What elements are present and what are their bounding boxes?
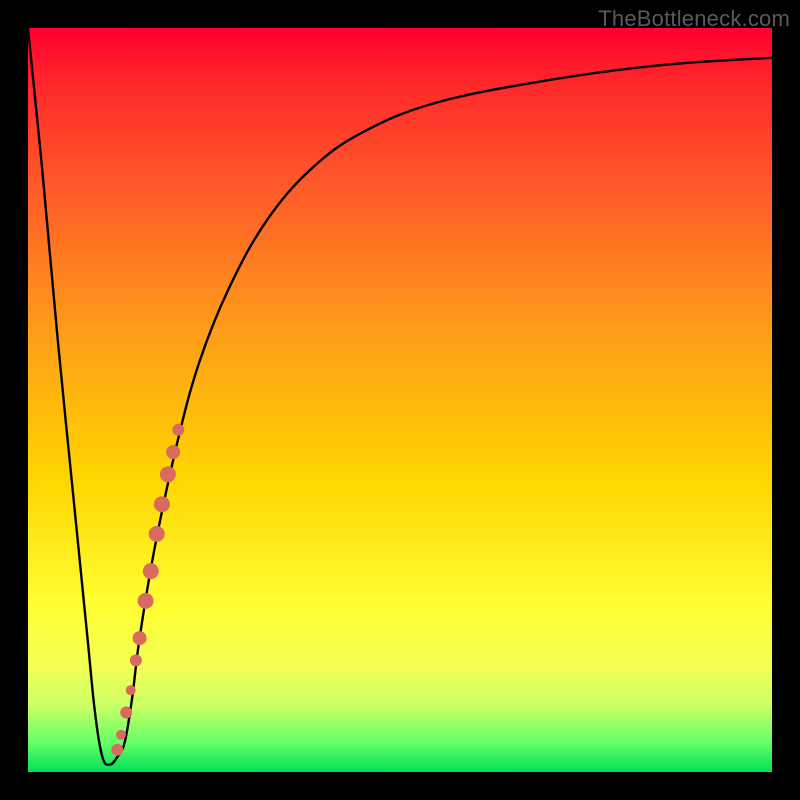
chart-frame: TheBottleneck.com [0,0,800,800]
marker-dot [116,730,126,740]
marker-dot [133,631,147,645]
marker-dot [154,496,170,512]
watermark-text: TheBottleneck.com [598,6,790,32]
marker-dot [120,707,132,719]
marker-dot [160,466,176,482]
bottleneck-curve [28,28,772,765]
marker-dot [138,593,154,609]
curve-layer [28,28,772,772]
marker-dot [130,654,142,666]
marker-dot [111,744,123,756]
marker-dot [166,445,180,459]
marker-dot [143,563,159,579]
marker-dot [149,526,165,542]
marker-dot [126,685,136,695]
plot-area [28,28,772,772]
marker-dot [172,424,184,436]
